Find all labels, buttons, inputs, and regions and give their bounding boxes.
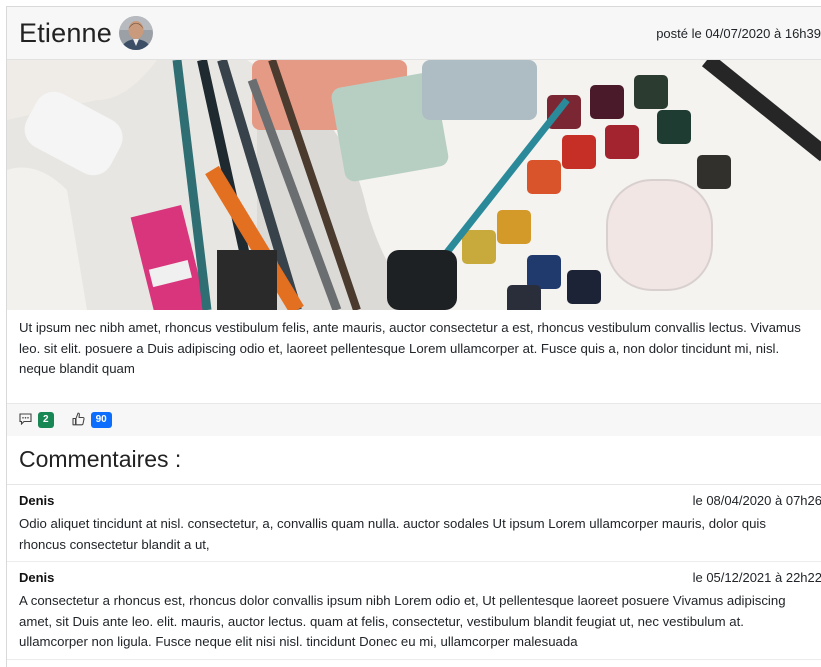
comment-icon	[19, 412, 38, 428]
post-author: Etienne	[19, 16, 153, 50]
post-card: Etienne posté le 04/07/2020 à 16h39 Ut i…	[6, 6, 821, 667]
post-body: Ut ipsum nec nibh amet, rhoncus vestibul…	[19, 320, 801, 376]
comment-text: A consectetur a rhoncus est, rhoncus dol…	[19, 593, 786, 649]
likes-count-badge: 90	[90, 412, 112, 428]
comment-author: Denis	[19, 570, 55, 585]
avatar[interactable]	[118, 16, 153, 50]
author-name: Etienne	[19, 17, 112, 48]
comment-text: Odio aliquet tincidunt at nisl. consecte…	[19, 516, 766, 552]
comment-author: Denis	[19, 493, 55, 508]
post-header: Etienne posté le 04/07/2020 à 16h39	[7, 7, 821, 60]
comment-date: le 08/04/2020 à 07h26	[692, 493, 821, 508]
thumbs-up-icon	[72, 412, 91, 429]
list-item: Denis le 05/12/2021 à 22h22 A consectetu…	[7, 562, 821, 660]
post-stats: 2 90	[7, 403, 821, 436]
post-date: posté le 04/07/2020 à 16h39	[656, 25, 821, 41]
comments-stat[interactable]: 2	[19, 412, 54, 428]
comment-header: Denis le 08/04/2020 à 07h26	[19, 493, 821, 511]
list-item: Denis le 08/04/2020 à 07h26 Odio aliquet…	[7, 485, 821, 562]
likes-stat[interactable]: 90	[72, 412, 112, 429]
comment-header: Denis le 05/12/2021 à 22h22	[19, 570, 821, 588]
post-image	[7, 60, 821, 310]
comments-title: Commentaires :	[7, 436, 821, 485]
comments-count-badge: 2	[38, 412, 54, 428]
comment-date: le 05/12/2021 à 22h22	[692, 570, 821, 585]
